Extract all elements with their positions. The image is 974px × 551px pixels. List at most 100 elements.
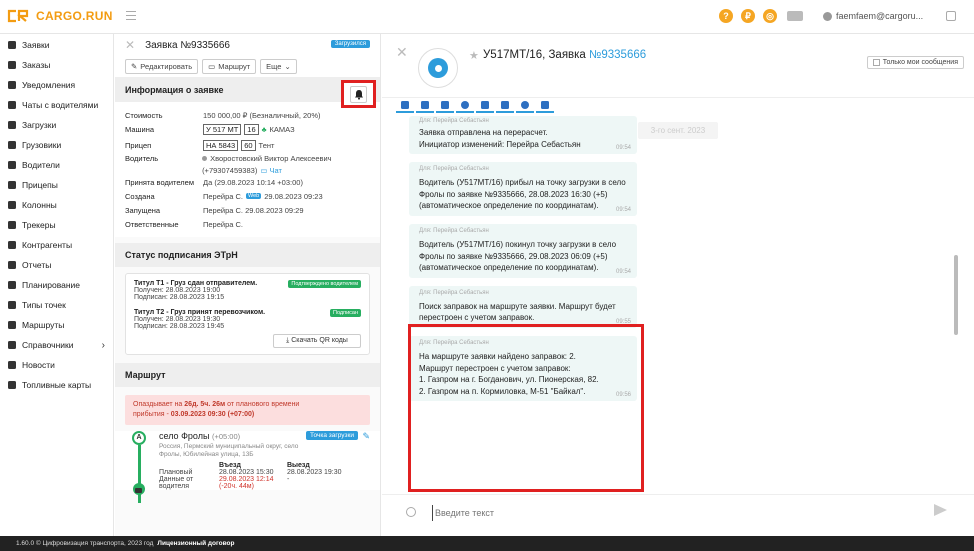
chat-scrollbar[interactable] (954, 255, 958, 335)
web-badge: Web (246, 193, 262, 199)
logo[interactable]: CARGO.RUN (6, 9, 113, 23)
sidebar-item[interactable]: Топливные карты (0, 375, 113, 395)
footer-text: 1.60.0 © Цифровизация транспорта, 2023 г… (16, 540, 154, 547)
message-text: Водитель (У517МТ/16) прибыл на точку заг… (419, 178, 626, 211)
download-qr-label: Скачать QR коды (291, 337, 348, 344)
truck-label: Машина (125, 124, 155, 134)
cargo-logo-icon (7, 9, 29, 23)
driver-chat-link[interactable]: ▭ Чат (260, 166, 282, 175)
edo-received: Получен: 28.08.2023 19:30 (134, 316, 221, 323)
trailer-type: Тент (258, 140, 275, 150)
sidebar-item[interactable]: Маршруты (0, 315, 113, 335)
support-icon[interactable]: ◎ (763, 9, 777, 23)
sidebar-item[interactable]: Справочники › (0, 335, 113, 355)
message-recipient: Для: Перейра Себастьян (419, 289, 489, 296)
message-recipient: Для: Перейра Себастьян (419, 118, 489, 124)
star-icon[interactable]: ★ (469, 49, 479, 62)
only-mine-checkbox[interactable] (872, 59, 880, 66)
route-section-header: Маршрут (115, 363, 380, 387)
assign-icon[interactable] (396, 99, 414, 113)
order-panel: ✕ Заявка №9335666 Загрузился ✎ Редактиров… (115, 34, 381, 536)
routes-icon (8, 321, 16, 329)
user-menu[interactable]: faemfaem@cargoru... (823, 11, 923, 21)
menu-toggle-icon[interactable] (126, 11, 136, 20)
edit-button[interactable]: ✎ Редактировать (125, 59, 199, 74)
bell-button[interactable] (350, 85, 367, 103)
user-icon (823, 11, 832, 21)
sidebar-item[interactable]: Планирование (0, 275, 113, 295)
sidebar-item-label: Грузовики (22, 140, 62, 150)
sidebar-item[interactable]: Грузовики (0, 135, 113, 155)
sidebar-item[interactable]: Контрагенты (0, 235, 113, 255)
fuel-icon[interactable] (476, 99, 494, 113)
created-at: 29.08.2023 09:23 (264, 191, 323, 201)
edit-icon[interactable] (436, 99, 454, 113)
chat-toolbar (396, 99, 554, 113)
sidebar-item[interactable]: Чаты с водителями (0, 95, 113, 115)
reference-icon (8, 341, 16, 349)
actual-exit: - (287, 475, 290, 483)
message-time: 09:54 (615, 145, 631, 152)
contractors-icon (8, 241, 16, 249)
flag-icon[interactable] (496, 99, 514, 113)
route-button[interactable]: ▭ Маршрут (202, 59, 257, 74)
info-icon[interactable] (456, 99, 474, 113)
chat-icon (8, 101, 16, 109)
edo-badge: Подписан (330, 309, 361, 317)
chat-close-icon[interactable]: ✕ (396, 44, 408, 61)
trailer-label: Прицеп (125, 140, 152, 150)
sidebar-item[interactable]: Загрузки (0, 115, 113, 135)
message-text: Водитель (У517МТ/16) покинул точку загру… (419, 239, 617, 273)
close-icon[interactable]: ✕ (125, 38, 135, 52)
sidebar-item[interactable]: Колонны (0, 195, 113, 215)
download-qr-button[interactable]: ⤓ Скачать QR коды (273, 334, 361, 348)
sidebar-item[interactable]: Трекеры (0, 215, 113, 235)
col-exit: Выезд (287, 461, 310, 469)
status-badge: Загрузился (330, 40, 370, 48)
sidebar-item[interactable]: Новости (0, 355, 113, 375)
col-entry: Въезд (219, 461, 241, 469)
edo-badge: Подтверждено водителем (288, 280, 361, 288)
created-label: Создана (125, 191, 155, 201)
help-icon[interactable]: ? (719, 9, 733, 23)
more-button[interactable]: Еще ⌄ (260, 59, 297, 74)
driver-name[interactable]: Хворостовский Виктор Алексеевич (210, 154, 332, 163)
sidebar-item[interactable]: Уведомления (0, 75, 113, 95)
cost-value: 150 000,00 ₽ (Безналичный, 20%) (203, 110, 321, 120)
wrench-icon[interactable] (536, 99, 554, 113)
bell-icon (8, 81, 16, 89)
chat-order-link[interactable]: №9335666 (589, 49, 646, 61)
only-mine-label: Только мои сообщения (882, 59, 958, 66)
message-text: Заявка отправлена на перерасчет. Инициат… (419, 128, 581, 149)
driver-chat-label: Чат (269, 166, 282, 175)
only-mine-toggle[interactable]: Только мои сообщения (866, 56, 964, 69)
sidebar-item-label: Типы точек (22, 300, 66, 310)
currency-icon[interactable]: ₽ (741, 9, 755, 23)
sidebar-item[interactable]: Отчеты (0, 255, 113, 275)
sidebar-item-label: Контрагенты (22, 240, 73, 250)
sidebar-item-label: Колонны (22, 200, 57, 210)
trailer-plate[interactable]: НА 5843 (203, 139, 239, 151)
logout-icon[interactable] (946, 11, 956, 21)
send-icon[interactable] (934, 504, 947, 516)
sidebar-item[interactable]: Типы точек (0, 295, 113, 315)
date-separator: 3-го сент. 2023 (638, 122, 718, 139)
edit-stop-icon[interactable]: ✎ (362, 431, 370, 442)
sidebar-item[interactable]: Водители (0, 155, 113, 175)
sidebar-item[interactable]: Прицепы (0, 175, 113, 195)
sidebar-item[interactable]: Заявки (0, 35, 113, 55)
user-email: faemfaem@cargoru... (836, 11, 924, 21)
stop-marker: A (132, 430, 146, 445)
attach-icon[interactable] (406, 507, 416, 517)
truck-plate[interactable]: У 517 МТ (203, 123, 242, 135)
license-link[interactable]: Лицензионный договор (157, 540, 234, 547)
message-input[interactable] (432, 505, 912, 521)
sidebar-item[interactable]: Заказы (0, 55, 113, 75)
truck-icon[interactable] (787, 11, 803, 21)
chevron-right-icon: › (101, 339, 105, 351)
clock-icon[interactable] (516, 99, 534, 113)
tracker-icon (8, 221, 16, 229)
sidebar-item-label: Топливные карты (22, 380, 92, 390)
settings-icon[interactable] (416, 99, 434, 113)
driver-status-icon (202, 156, 208, 161)
